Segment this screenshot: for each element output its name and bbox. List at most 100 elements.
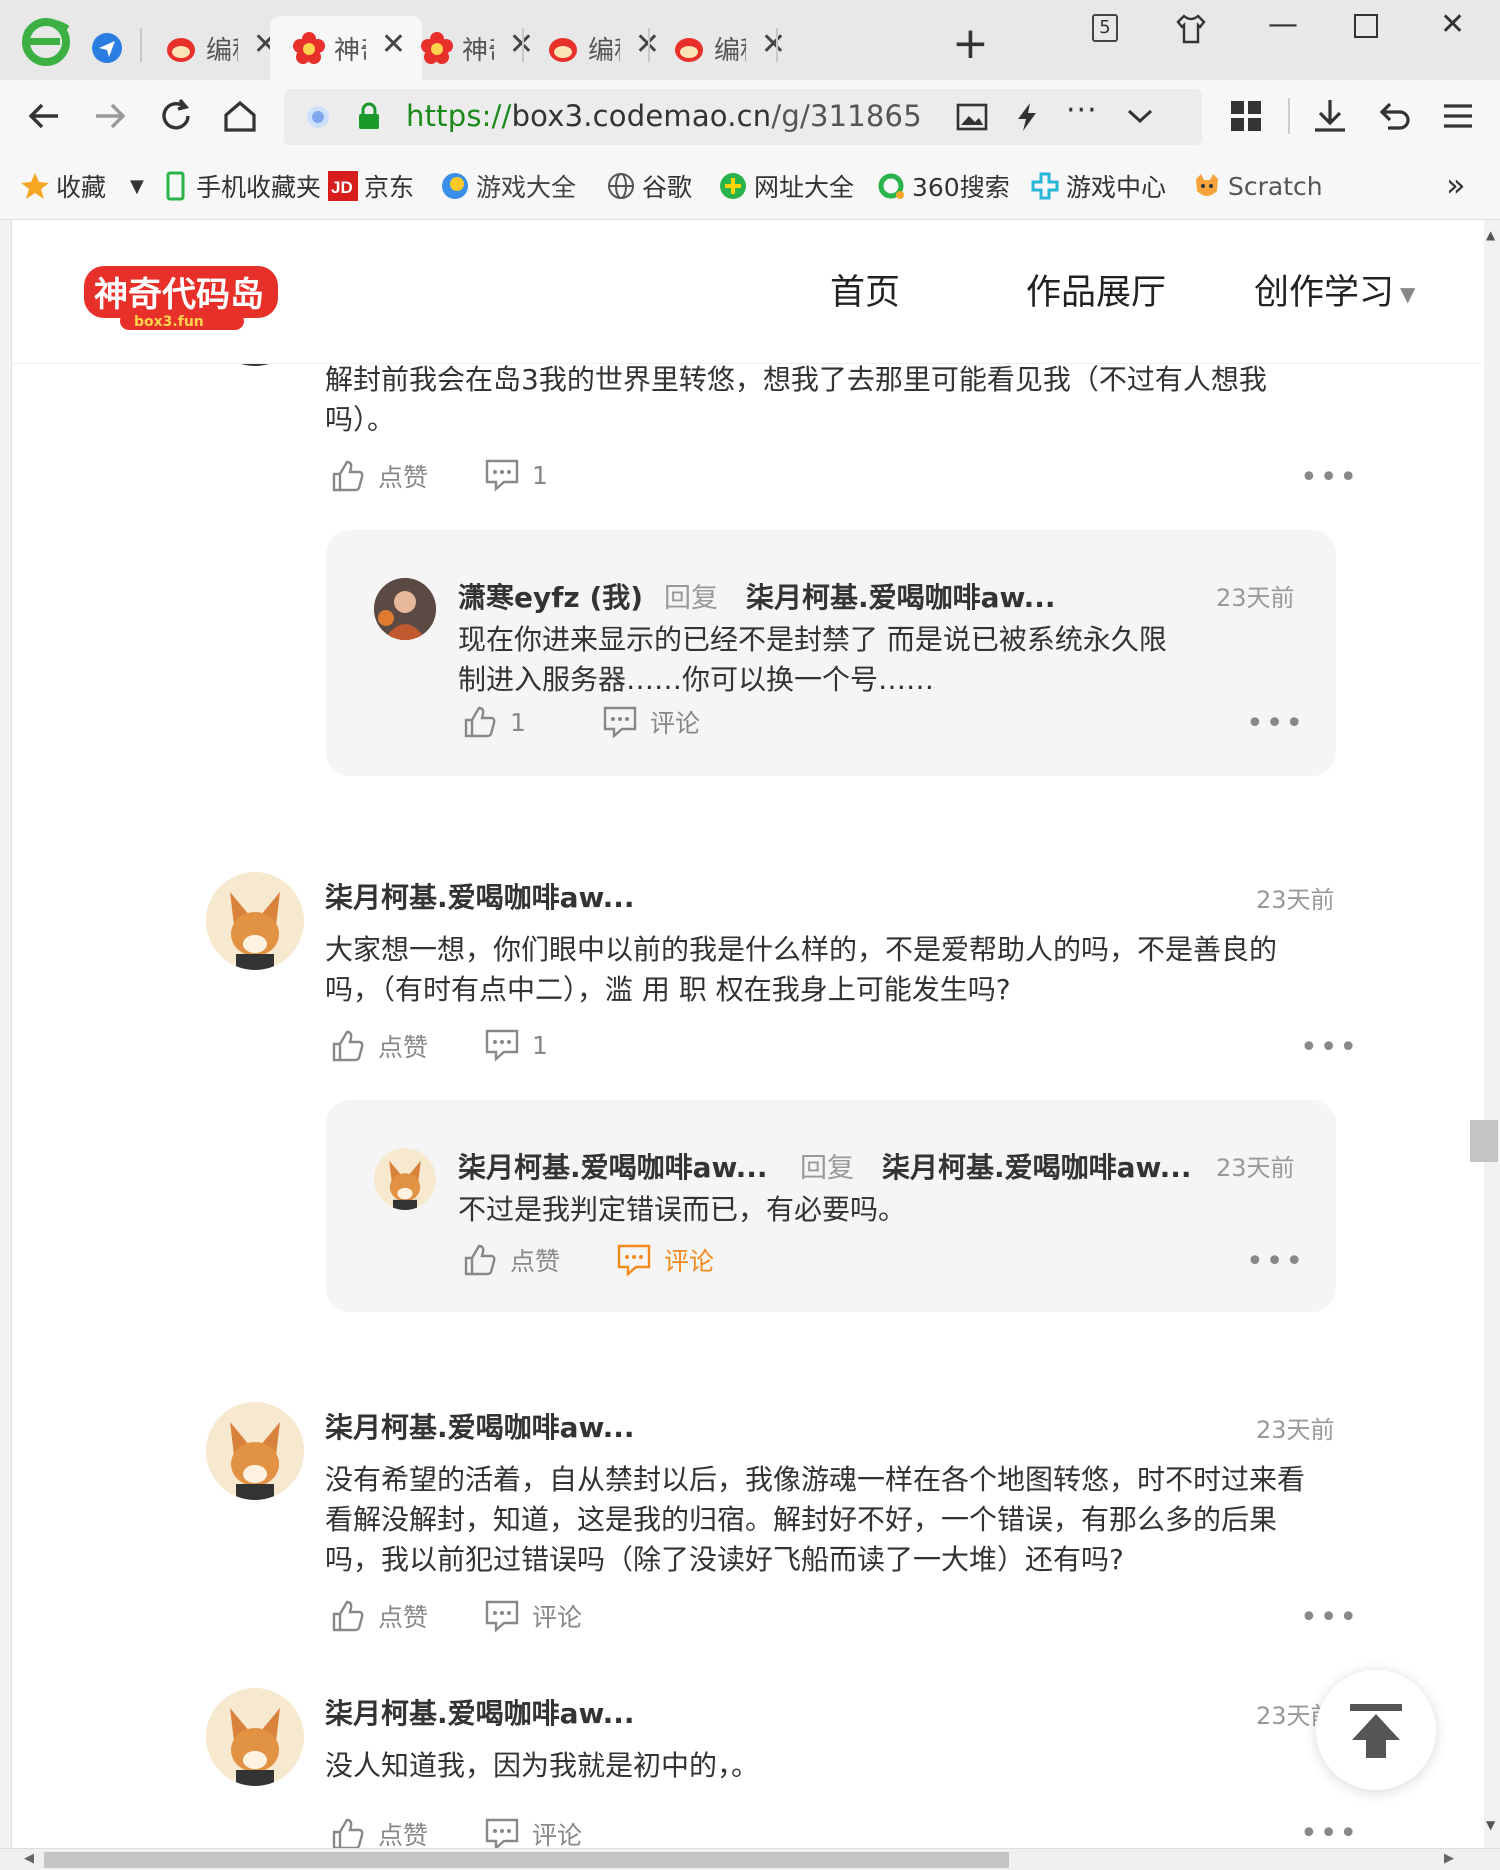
url-text[interactable]: https://box3.codemao.cn/g/311865 — [406, 99, 922, 133]
reply-container: 潇寒eyfz (我) 回复 柒月柯基.爱喝咖啡aw... 23天前 现在你进来显… — [326, 530, 1336, 776]
bookmark-360[interactable]: 360搜索 — [876, 168, 1010, 204]
reply-to-user[interactable]: 柒月柯基.爱喝咖啡aw... — [882, 1146, 1192, 1186]
more-options-icon[interactable]: ••• — [1246, 709, 1305, 739]
home-icon[interactable] — [220, 96, 260, 136]
comment-text: 大家想一想，你们眼中以前的我是什么样的，不是爱帮助人的吗，不是善良的吗，（有时有… — [325, 933, 1278, 1006]
window-close-button[interactable]: ✕ — [1440, 10, 1465, 40]
box3-flower-icon — [421, 32, 453, 64]
chevron-down-icon[interactable] — [1126, 107, 1154, 125]
menu-icon[interactable] — [1438, 96, 1478, 136]
corgi-avatar-icon — [374, 1148, 436, 1210]
comment-count-button[interactable]: 1 — [484, 1028, 548, 1062]
bookmark-directory[interactable]: 网址大全 — [718, 168, 854, 204]
scroll-left-icon[interactable]: ◀ — [24, 1851, 34, 1866]
back-to-top-button[interactable] — [1316, 1670, 1436, 1790]
scroll-up-icon[interactable]: ▲ — [1486, 228, 1495, 242]
browser-tab-bar: 编程 ✕ 神奇 ✕ 神奇 ✕ 编程 ✕ — [0, 0, 1500, 80]
close-icon[interactable]: ✕ — [761, 30, 786, 60]
download-icon[interactable] — [1310, 96, 1350, 136]
more-options-icon[interactable]: ••• — [1300, 463, 1359, 493]
comment-bubble-icon — [485, 459, 519, 492]
comment-button[interactable]: 评论 — [602, 704, 700, 740]
corgi-avatar-icon — [206, 1688, 304, 1786]
plus-circle-icon — [720, 173, 746, 199]
browser-tab[interactable]: 编程 ✕ — [650, 16, 802, 80]
thumbs-up-icon — [332, 1600, 364, 1632]
like-button[interactable]: 点赞 — [330, 458, 428, 494]
reply-avatar[interactable] — [374, 578, 436, 640]
arrow-to-top-icon — [1350, 1704, 1402, 1758]
like-button[interactable]: 1 — [462, 704, 526, 740]
minimize-button[interactable]: — — [1268, 10, 1298, 40]
forward-arrow-icon[interactable] — [90, 96, 130, 136]
lock-icon[interactable] — [356, 101, 382, 131]
horizontal-scrollbar[interactable]: ◀ ▶ — [0, 1848, 1500, 1870]
shirt-skin-icon[interactable] — [1174, 12, 1208, 46]
more-icon[interactable]: ··· — [1066, 93, 1098, 128]
address-bar[interactable]: https://box3.codemao.cn/g/311865 ··· — [284, 89, 1202, 145]
comment-label: 评论 — [532, 1603, 583, 1632]
corgi-avatar-icon — [206, 872, 304, 970]
thumbs-up-icon — [332, 460, 364, 492]
browser-logo-icon[interactable] — [18, 12, 74, 68]
reply-author[interactable]: 潇寒eyfz (我) — [458, 576, 643, 616]
back-arrow-icon[interactable] — [24, 96, 64, 136]
bookmark-jd[interactable]: JD 京东 — [328, 168, 414, 204]
more-options-icon[interactable]: ••• — [1300, 1603, 1359, 1633]
bookmark-games[interactable]: 游戏大全 — [440, 168, 576, 204]
scroll-down-icon[interactable]: ▼ — [1486, 1818, 1495, 1832]
scroll-right-icon[interactable]: ▶ — [1444, 1851, 1454, 1866]
comment-button[interactable]: 评论 — [484, 1816, 582, 1852]
tab-pinned[interactable] — [90, 16, 134, 80]
comment-button-active[interactable]: 评论 — [616, 1242, 714, 1278]
bookmark-scratch[interactable]: Scratch — [1192, 168, 1323, 204]
shield-status-icon[interactable] — [304, 103, 332, 131]
horizontal-scroll-thumb[interactable] — [44, 1852, 1009, 1868]
image-icon[interactable] — [956, 103, 988, 131]
comment-count-button[interactable]: 1 — [484, 458, 548, 492]
more-options-icon[interactable]: ••• — [1300, 1033, 1359, 1063]
lightning-icon[interactable] — [1014, 101, 1040, 133]
comment-button[interactable]: 评论 — [484, 1598, 582, 1634]
apps-grid-icon[interactable] — [1226, 96, 1266, 136]
comment-author[interactable]: 柒月柯基.爱喝咖啡aw... — [325, 876, 635, 916]
comment-bubble-icon — [485, 1600, 519, 1633]
avatar[interactable] — [206, 872, 304, 970]
bookmark-game-center[interactable]: 游戏中心 — [1030, 168, 1166, 204]
bookmark-google[interactable]: 谷歌 — [606, 168, 692, 204]
codemao-icon — [675, 38, 703, 62]
undo-icon[interactable] — [1374, 96, 1414, 136]
comment-time: 23天前 — [1256, 886, 1335, 914]
like-button[interactable]: 点赞 — [330, 1598, 428, 1634]
reply-avatar[interactable] — [374, 1148, 436, 1210]
reply-time: 23天前 — [1216, 1154, 1295, 1182]
more-options-icon[interactable]: ••• — [1246, 1247, 1305, 1277]
more-options-icon[interactable]: ••• — [1300, 1819, 1359, 1849]
maximize-button[interactable] — [1354, 14, 1378, 38]
like-button[interactable]: 点赞 — [330, 1028, 428, 1064]
like-button[interactable]: 点赞 — [330, 1816, 428, 1852]
site-logo[interactable]: 神奇代码岛 box3.fun — [82, 260, 282, 332]
user-photo-avatar — [374, 578, 436, 640]
reply-author[interactable]: 柒月柯基.爱喝咖啡aw... — [458, 1146, 768, 1186]
new-tab-button[interactable]: + — [952, 22, 989, 66]
avatar[interactable] — [206, 1688, 304, 1786]
comment-text: 没有希望的活着，自从禁封以后，我像游魂一样在各个地图转悠，时不时过来看看解没解封… — [325, 1463, 1306, 1576]
nav-gallery[interactable]: 作品展厅 — [1026, 264, 1166, 315]
bookmark-favorites[interactable]: 收藏 — [20, 168, 106, 204]
comment-label: 评论 — [532, 1821, 583, 1850]
bookmark-mobile[interactable]: 手机收藏夹 — [160, 168, 321, 204]
comment-author[interactable]: 柒月柯基.爱喝咖啡aw... — [325, 1406, 635, 1446]
nav-learning[interactable]: 创作学习 ▼ — [1254, 264, 1415, 315]
reply-to-user[interactable]: 柒月柯基.爱喝咖啡aw... — [746, 576, 1056, 616]
more-bookmarks-icon[interactable]: » — [1446, 166, 1466, 204]
avatar[interactable] — [206, 1402, 304, 1500]
vertical-scrollbar[interactable]: ▲ ▼ — [1484, 220, 1500, 1850]
like-button[interactable]: 点赞 — [462, 1242, 560, 1278]
comment-author[interactable]: 柒月柯基.爱喝咖啡aw... — [325, 1692, 635, 1732]
refresh-icon[interactable] — [156, 96, 196, 136]
vertical-scroll-thumb[interactable] — [1470, 1120, 1498, 1162]
nav-home[interactable]: 首页 — [830, 264, 900, 315]
tab-count-badge[interactable]: 5 — [1092, 14, 1118, 42]
caret-down-icon[interactable]: ▼ — [130, 176, 144, 197]
